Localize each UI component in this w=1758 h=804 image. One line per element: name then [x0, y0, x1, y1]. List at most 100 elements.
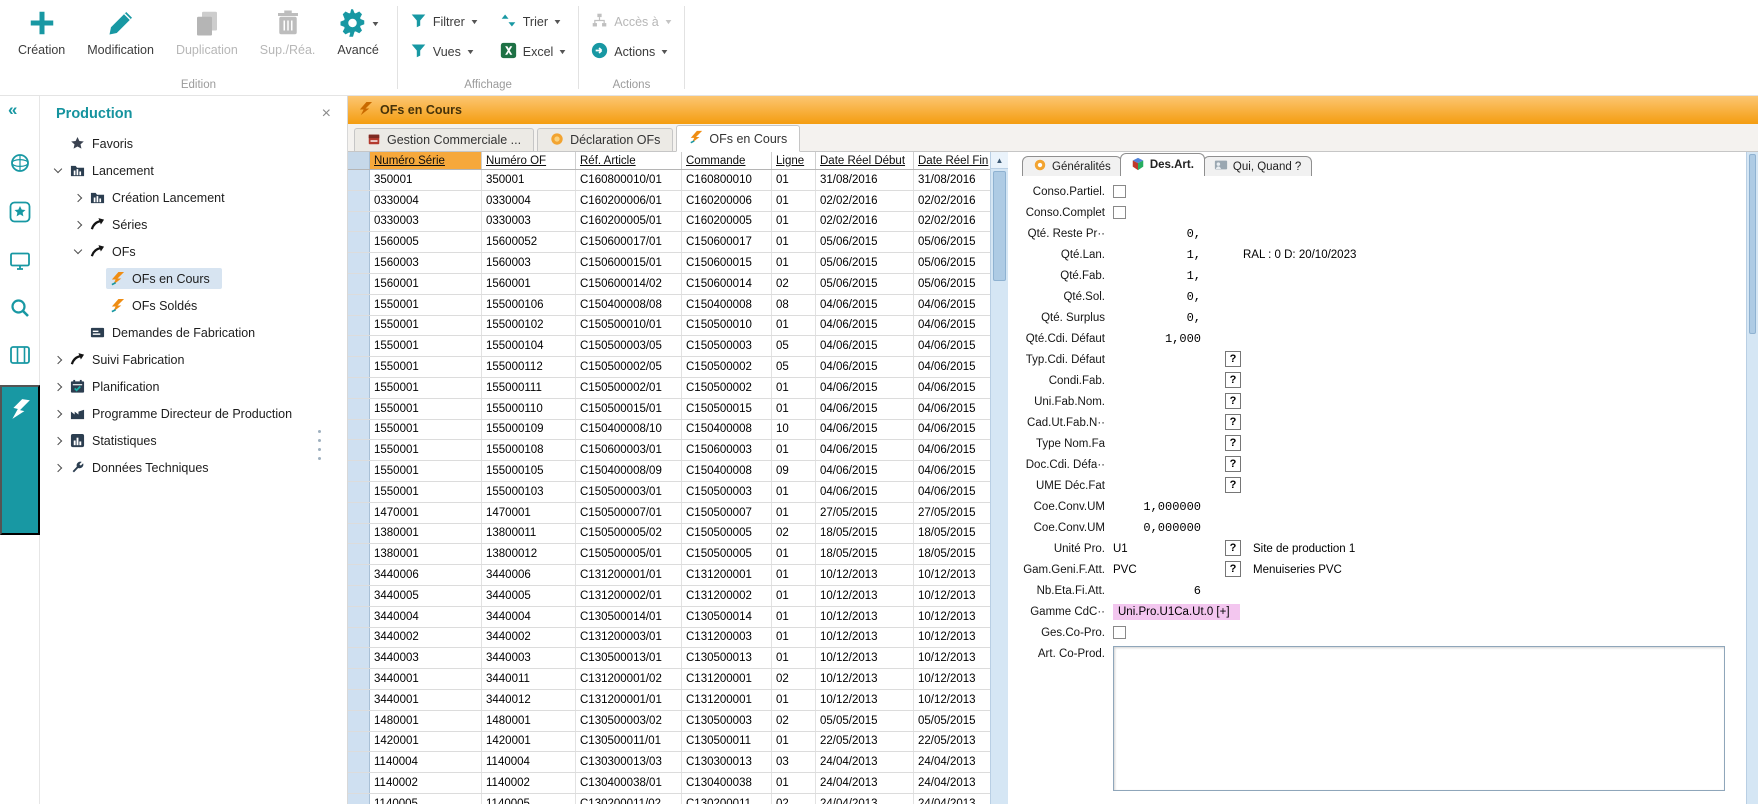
cell[interactable]: 1140002 — [482, 773, 576, 793]
sidebar-item-demandes-de-fabrication[interactable]: Demandes de Fabrication — [40, 319, 347, 346]
cell[interactable]: 02 — [772, 794, 816, 804]
lookup-button[interactable]: ? — [1225, 435, 1241, 451]
sidebar-item-planification[interactable]: Planification — [40, 373, 347, 400]
cell[interactable]: 24/04/2013 — [816, 773, 914, 793]
table-row[interactable]: 34400023440002C131200003/01C131200003011… — [348, 628, 990, 649]
lookup-button[interactable]: ? — [1225, 456, 1241, 472]
cell[interactable]: C150500002 — [682, 357, 772, 377]
cell[interactable]: 155000104 — [482, 336, 576, 356]
table-row[interactable]: 1550001155000108C150600003/01C1506000030… — [348, 440, 990, 461]
cell[interactable]: C150600017 — [682, 232, 772, 252]
cell[interactable]: C130500014 — [682, 607, 772, 627]
cell[interactable]: 01 — [772, 253, 816, 273]
cell[interactable]: C150500003/01 — [576, 482, 682, 502]
cell[interactable]: C131200003 — [682, 628, 772, 648]
scrollbar-thumb[interactable] — [1749, 154, 1756, 334]
cell[interactable]: C150500003 — [682, 336, 772, 356]
window-vertical-scrollbar[interactable] — [1746, 152, 1758, 804]
row-selector[interactable] — [348, 378, 370, 398]
settings-module-button[interactable] — [4, 148, 36, 180]
sup-rea-button[interactable]: Sup./Réa. — [250, 4, 326, 57]
cell[interactable]: 04/06/2015 — [914, 440, 990, 460]
column-header-date-reel-debut[interactable]: Date Réel Début — [816, 152, 914, 169]
table-row[interactable]: 14800011480001C130500003/02C130500003020… — [348, 711, 990, 732]
table-row[interactable]: 11400041140004C130300013/03C130300013032… — [348, 752, 990, 773]
cell[interactable]: 1550001 — [370, 482, 482, 502]
cell[interactable]: 22/05/2013 — [816, 732, 914, 752]
cell[interactable]: C130500013 — [682, 648, 772, 668]
checkbox[interactable] — [1113, 626, 1126, 639]
cell[interactable]: C130300013/03 — [576, 752, 682, 772]
cell[interactable]: 31/08/2016 — [914, 170, 990, 190]
cell[interactable]: 1550001 — [370, 336, 482, 356]
cell[interactable]: C150600003/01 — [576, 440, 682, 460]
field-value[interactable]: 0, — [1113, 227, 1201, 241]
cell[interactable]: 350001 — [370, 170, 482, 190]
cell[interactable]: C150500015/01 — [576, 399, 682, 419]
table-row[interactable]: 14200011420001C130500011/01C130500011012… — [348, 732, 990, 753]
cell[interactable]: 01 — [772, 378, 816, 398]
cell[interactable]: C160200005/01 — [576, 212, 682, 232]
cell[interactable]: 05/05/2015 — [816, 711, 914, 731]
row-selector[interactable] — [348, 170, 370, 190]
cell[interactable]: 1420001 — [370, 732, 482, 752]
cell[interactable]: 05/06/2015 — [816, 274, 914, 294]
expander-closed-icon[interactable] — [70, 222, 86, 228]
field-value[interactable]: Uni.Pro.U1Ca.Ut.0 [+] — [1113, 604, 1240, 620]
lookup-button[interactable]: ? — [1225, 351, 1241, 367]
vues-button[interactable]: Vues ▼ — [410, 42, 478, 62]
cell[interactable]: 10/12/2013 — [914, 669, 990, 689]
lookup-button[interactable]: ? — [1225, 393, 1241, 409]
row-selector[interactable] — [348, 212, 370, 232]
cell[interactable]: 1140005 — [482, 794, 576, 804]
row-selector[interactable] — [348, 669, 370, 689]
cell[interactable]: 13800011 — [482, 524, 576, 544]
cell[interactable]: C130500003/02 — [576, 711, 682, 731]
row-selector[interactable] — [348, 253, 370, 273]
cell[interactable]: 01 — [772, 212, 816, 232]
cell[interactable]: 10/12/2013 — [914, 690, 990, 710]
cell[interactable]: 05/05/2015 — [914, 711, 990, 731]
cell[interactable]: C150600003 — [682, 440, 772, 460]
expander-closed-icon[interactable] — [50, 357, 66, 363]
cell[interactable]: C150500003/05 — [576, 336, 682, 356]
cell[interactable]: 04/06/2015 — [816, 378, 914, 398]
cell[interactable]: 05 — [772, 357, 816, 377]
cell[interactable]: C150600014 — [682, 274, 772, 294]
cell[interactable]: 1550001 — [370, 295, 482, 315]
cell[interactable]: C150500005 — [682, 544, 772, 564]
cell[interactable]: 0330003 — [370, 212, 482, 232]
cell[interactable]: 0330004 — [482, 191, 576, 211]
cell[interactable]: 04/06/2015 — [816, 316, 914, 336]
reports-module-button[interactable] — [4, 340, 36, 372]
cell[interactable]: C160800010 — [682, 170, 772, 190]
expander-closed-icon[interactable] — [50, 411, 66, 417]
cell[interactable]: C131200001/01 — [576, 690, 682, 710]
column-header-ligne[interactable]: Ligne — [772, 152, 816, 169]
cell[interactable]: 01 — [772, 440, 816, 460]
tab-des-art[interactable]: Des.Art. — [1120, 153, 1205, 176]
row-selector[interactable] — [348, 232, 370, 252]
cell[interactable]: 1140005 — [370, 794, 482, 804]
cell[interactable]: 02/02/2016 — [914, 191, 990, 211]
cell[interactable]: 155000109 — [482, 420, 576, 440]
field-value[interactable]: 1,000 — [1113, 332, 1201, 346]
cell[interactable]: C130400038/01 — [576, 773, 682, 793]
cell[interactable]: 1140004 — [370, 752, 482, 772]
cell[interactable]: 01 — [772, 482, 816, 502]
field-value[interactable]: 6 — [1113, 584, 1201, 598]
cell[interactable]: 04/06/2015 — [914, 482, 990, 502]
cell[interactable]: C130500003 — [682, 711, 772, 731]
expander-closed-icon[interactable] — [70, 195, 86, 201]
panel-splitter[interactable] — [1008, 152, 1018, 804]
field-value[interactable]: 1, — [1113, 269, 1201, 283]
grid-vertical-scrollbar[interactable]: ▲ — [990, 152, 1008, 804]
row-selector[interactable] — [348, 191, 370, 211]
cell[interactable]: C130500011/01 — [576, 732, 682, 752]
cell[interactable]: 3440003 — [370, 648, 482, 668]
cell[interactable]: 05 — [772, 336, 816, 356]
field-value[interactable]: PVC — [1113, 564, 1137, 576]
cell[interactable]: C150500005/02 — [576, 524, 682, 544]
cell[interactable]: 24/04/2013 — [914, 794, 990, 804]
cell[interactable]: C150400008 — [682, 461, 772, 481]
